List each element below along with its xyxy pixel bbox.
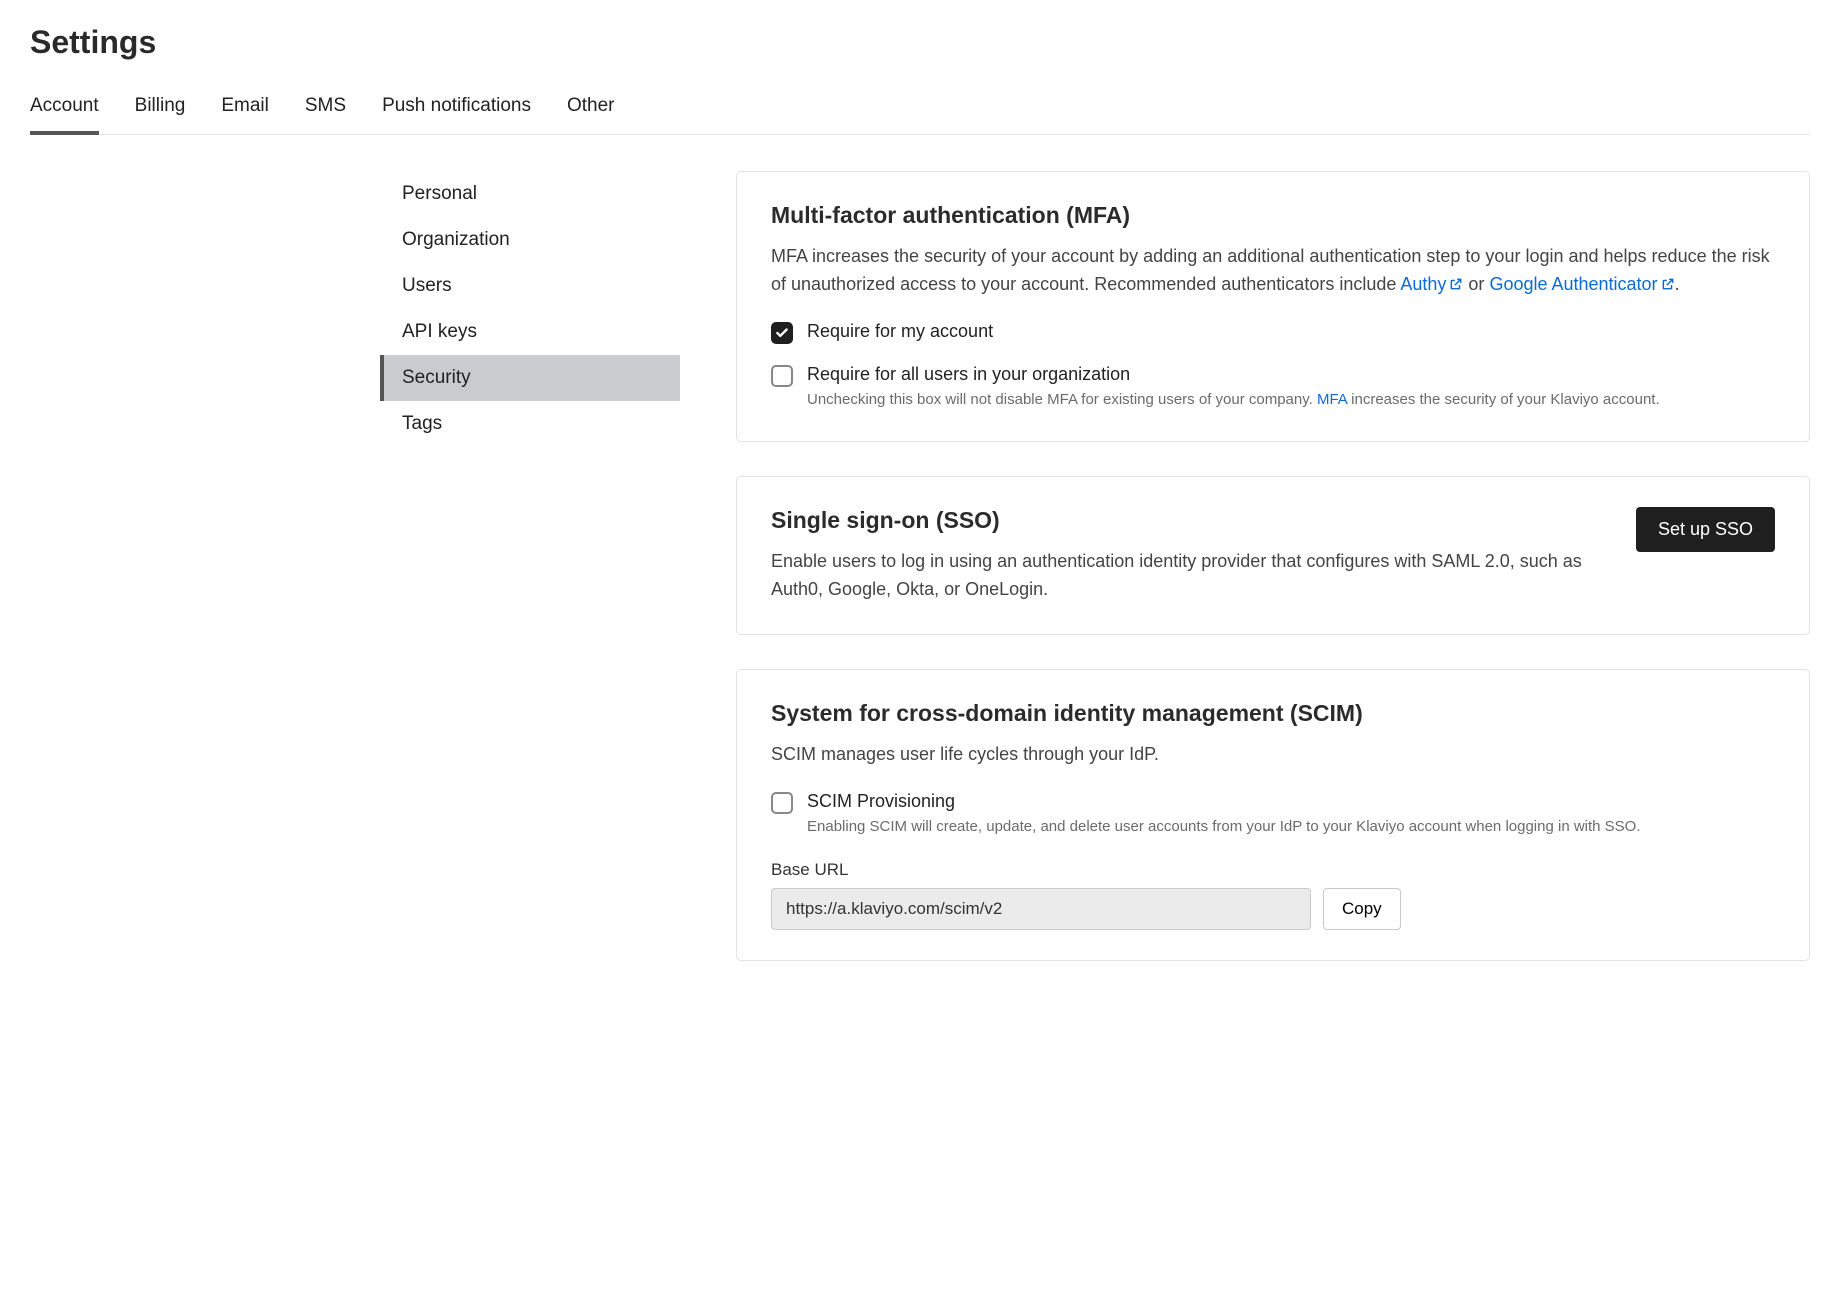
external-link-icon <box>1449 272 1463 286</box>
mfa-desc-end: . <box>1675 274 1680 294</box>
external-link-icon <box>1661 272 1675 286</box>
scim-provisioning-label: SCIM Provisioning <box>807 791 1641 812</box>
sso-title: Single sign-on (SSO) <box>771 507 1612 534</box>
require-my-account-label: Require for my account <box>807 321 993 342</box>
mfa-help-link[interactable]: MFA <box>1317 391 1347 408</box>
main-content: Multi-factor authentication (MFA) MFA in… <box>736 171 1810 995</box>
base-url-input[interactable] <box>771 888 1311 930</box>
sidebar: Personal Organization Users API keys Sec… <box>380 171 680 995</box>
require-all-users-sublabel: Unchecking this box will not disable MFA… <box>807 389 1660 412</box>
require-all-users-label: Require for all users in your organizati… <box>807 364 1660 385</box>
require-my-account-checkbox[interactable] <box>771 322 793 344</box>
mfa-description: MFA increases the security of your accou… <box>771 243 1775 299</box>
scim-description: SCIM manages user life cycles through yo… <box>771 741 1775 769</box>
sidebar-item-api-keys[interactable]: API keys <box>380 309 680 355</box>
set-up-sso-button[interactable]: Set up SSO <box>1636 507 1775 552</box>
scim-provisioning-checkbox[interactable] <box>771 792 793 814</box>
sidebar-item-security[interactable]: Security <box>380 355 680 401</box>
scim-title: System for cross-domain identity managem… <box>771 700 1775 727</box>
scim-provisioning-sublabel: Enabling SCIM will create, update, and d… <box>807 816 1641 839</box>
tab-other[interactable]: Other <box>567 85 615 135</box>
sidebar-item-personal[interactable]: Personal <box>380 171 680 217</box>
mfa-title: Multi-factor authentication (MFA) <box>771 202 1775 229</box>
tab-billing[interactable]: Billing <box>135 85 186 135</box>
scim-card: System for cross-domain identity managem… <box>736 669 1810 961</box>
tab-email[interactable]: Email <box>221 85 269 135</box>
sso-card: Single sign-on (SSO) Enable users to log… <box>736 476 1810 635</box>
authy-link[interactable]: Authy <box>1400 274 1463 294</box>
base-url-label: Base URL <box>771 860 1775 880</box>
tab-push-notifications[interactable]: Push notifications <box>382 85 531 135</box>
mfa-card: Multi-factor authentication (MFA) MFA in… <box>736 171 1810 442</box>
tab-sms[interactable]: SMS <box>305 85 346 135</box>
require-all-users-checkbox[interactable] <box>771 365 793 387</box>
sidebar-item-organization[interactable]: Organization <box>380 217 680 263</box>
tab-account[interactable]: Account <box>30 85 99 135</box>
sso-description: Enable users to log in using an authenti… <box>771 548 1612 604</box>
google-authenticator-link[interactable]: Google Authenticator <box>1489 274 1674 294</box>
mfa-desc-mid: or <box>1463 274 1489 294</box>
copy-button[interactable]: Copy <box>1323 888 1401 930</box>
tabs: Account Billing Email SMS Push notificat… <box>30 85 1810 135</box>
page-title: Settings <box>30 24 1810 61</box>
sidebar-item-tags[interactable]: Tags <box>380 401 680 447</box>
sidebar-item-users[interactable]: Users <box>380 263 680 309</box>
